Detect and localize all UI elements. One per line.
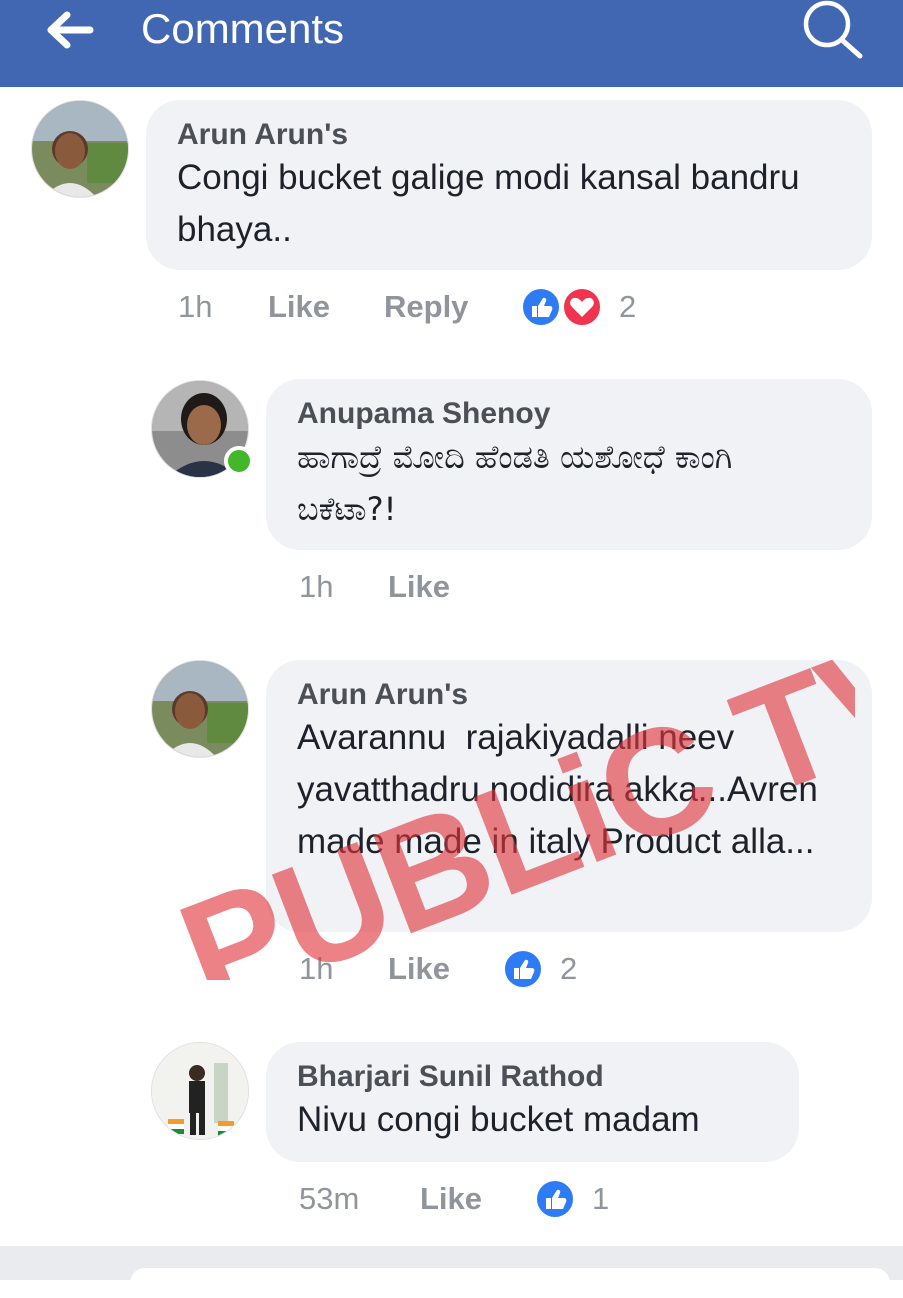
reaction-count[interactable]: 2 (560, 951, 577, 987)
like-reaction-icon[interactable] (521, 287, 561, 327)
like-button[interactable]: Like (420, 1181, 482, 1217)
online-status-icon (224, 446, 254, 476)
comment-bubble: Arun Arun's Avarannu rajakiyadalli neev … (266, 660, 872, 932)
comment-bubble: Bharjari Sunil Rathod Nivu congi bucket … (266, 1042, 799, 1162)
comment-bubble: Anupama Shenoy ಹಾಗಾದ್ರೆ ಮೋದಿ ಹೆಂಡತಿ ಯಶೋಧ… (266, 379, 872, 550)
comment-text: Avarannu rajakiyadalli neev yavatthadru … (297, 718, 828, 861)
love-reaction-icon[interactable] (562, 287, 602, 327)
reply-button[interactable]: Reply (384, 289, 468, 325)
comment-text: Nivu congi bucket madam (297, 1100, 700, 1139)
profile-photo-icon (152, 661, 248, 757)
reaction-count[interactable]: 2 (619, 289, 636, 325)
like-button[interactable]: Like (388, 951, 450, 987)
avatar[interactable] (151, 660, 249, 758)
comment-bubble: Arun Arun's Congi bucket galige modi kan… (146, 100, 872, 270)
like-button[interactable]: Like (268, 289, 330, 325)
like-reaction-icon[interactable] (535, 1179, 575, 1219)
comment-actions: 1h Like (0, 569, 903, 609)
next-comment-card (130, 1268, 890, 1298)
comment-author[interactable]: Anupama Shenoy (297, 397, 841, 431)
top-bar: Comments (0, 0, 903, 87)
comment-time: 1h (299, 951, 334, 986)
back-button[interactable] (46, 10, 96, 50)
comment-time: 1h (178, 289, 213, 324)
comment-text: ಹಾಗಾದ್ರೆ ಮೋದಿ ಹೆಂಡತಿ ಯಶೋಧೆ ಕಾಂಗಿ ಬಕೆಟಾ?! (297, 438, 733, 528)
comment-actions: 53m Like 1 (0, 1179, 903, 1221)
search-button[interactable] (798, 0, 866, 62)
comment-actions: 1h Like 2 (0, 949, 903, 991)
comment-author[interactable]: Arun Arun's (177, 118, 841, 152)
comment-actions: 1h Like Reply 2 (0, 287, 903, 329)
arrow-left-icon (47, 11, 94, 49)
page-title: Comments (141, 5, 345, 52)
search-icon (803, 0, 863, 59)
like-button[interactable]: Like (388, 569, 450, 605)
avatar[interactable] (31, 100, 129, 198)
comment-time: 53m (299, 1181, 360, 1216)
profile-photo-icon (152, 1043, 248, 1139)
comment-author[interactable]: Bharjari Sunil Rathod (297, 1060, 768, 1094)
comment-time: 1h (299, 569, 334, 604)
avatar[interactable] (151, 1042, 249, 1140)
comment-author[interactable]: Arun Arun's (297, 678, 841, 712)
profile-photo-icon (32, 101, 128, 197)
like-reaction-icon[interactable] (503, 949, 543, 989)
reaction-count[interactable]: 1 (592, 1181, 609, 1217)
comment-text: Congi bucket galige modi kansal bandru b… (177, 158, 800, 249)
